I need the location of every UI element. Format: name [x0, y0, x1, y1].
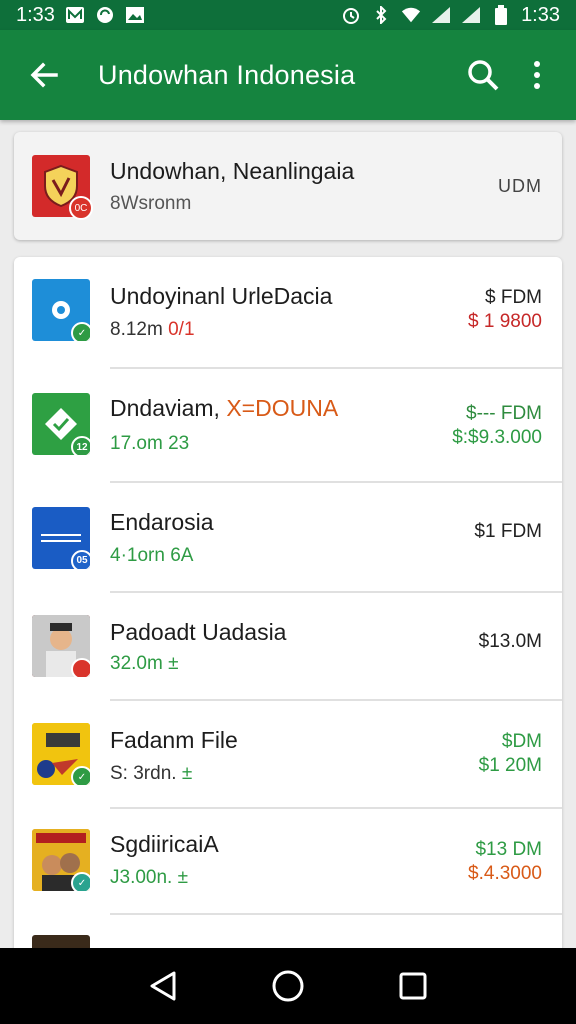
list-item[interactable]: ✓ SgdiiricaiA J3.00n. ± $13 DM $.4.3000 — [14, 809, 562, 915]
list-item[interactable]: ✓ Undoyinanl UrleDacia 8.12m 0/1 $ FDM $… — [14, 257, 562, 369]
item-subtitle: S: 3rdn. ± — [110, 763, 193, 784]
header-tag: UDM — [498, 175, 542, 196]
item-title: Undoyinanl UrleDacia — [110, 283, 333, 309]
m-icon — [65, 6, 85, 24]
price-primary: $13.0M — [478, 631, 542, 652]
gear-logo-icon — [52, 301, 70, 319]
item-title: Dndaviam, X=DOUNA — [110, 395, 339, 421]
list-item[interactable]: 12 Dndaviam, X=DOUNA 17.om 23 $--- FDM $… — [14, 369, 562, 483]
sync-icon — [95, 6, 115, 24]
status-bar: 1:33 1:33 — [0, 0, 576, 30]
more-vert-icon — [534, 61, 540, 89]
status-left: 1:33 — [16, 4, 145, 27]
list-item[interactable]: Padoadt Uadasia 32.0m ± $13.0M — [14, 593, 562, 701]
price-secondary: $.4.3000 — [468, 863, 542, 884]
app-list: ✓ Undoyinanl UrleDacia 8.12m 0/1 $ FDM $… — [14, 257, 562, 957]
header-title: Undowhan, Neanlingaia — [110, 157, 355, 184]
image-icon — [125, 6, 145, 24]
overflow-menu-button[interactable] — [510, 45, 564, 105]
price-secondary: $1 20M — [478, 755, 542, 776]
header-texts: Undowhan, Neanlingaia 8Wsronm — [110, 158, 498, 215]
item-subtitle: 32.0m ± — [110, 653, 179, 674]
price-primary: $ FDM — [485, 287, 542, 308]
list-item[interactable]: ✓ Fadanm File S: 3rdn. ± $DM $1 20M — [14, 701, 562, 809]
nav-back-button[interactable] — [133, 956, 193, 1016]
status-time-left: 1:33 — [16, 3, 55, 26]
item-title: SgdiiricaiA — [110, 831, 219, 857]
thumb-lines-icon — [41, 534, 81, 536]
status-badge: 05 — [71, 550, 90, 569]
arrow-left-icon — [30, 62, 58, 88]
price-primary: $--- FDM — [466, 403, 542, 424]
back-button[interactable] — [14, 45, 74, 105]
app-title: Undowhan Indonesia — [98, 59, 356, 90]
price-secondary: $ 1 9800 — [468, 311, 542, 332]
status-badge: ✓ — [71, 766, 90, 785]
price-primary: $DM — [501, 731, 542, 752]
app-thumbnail: ✓ — [32, 829, 90, 891]
status-badge: 12 — [71, 436, 90, 455]
status-right: 1:33 — [341, 4, 560, 27]
app-logo: 0C — [32, 155, 93, 220]
system-nav-bar — [0, 948, 576, 1024]
battery-icon — [491, 5, 511, 25]
signal-icon — [431, 6, 451, 24]
app-thumbnail: 12 — [32, 393, 90, 455]
price-secondary: $:$9.3.000 — [452, 427, 542, 448]
thumb-lines-icon — [41, 540, 81, 542]
search-button[interactable] — [456, 45, 510, 105]
item-title: Endarosia — [110, 509, 214, 535]
status-badge: ✓ — [71, 322, 90, 341]
nav-home-button[interactable] — [258, 956, 318, 1016]
item-subtitle: J3.00n. ± — [110, 867, 189, 888]
price-primary: $1 FDM — [474, 521, 542, 542]
app-thumbnail: ✓ — [32, 723, 90, 785]
diamond-check-icon — [45, 408, 77, 440]
back-triangle-icon — [150, 971, 176, 1001]
search-icon — [468, 60, 499, 91]
alarm-icon — [341, 6, 361, 24]
recents-square-icon — [399, 972, 427, 1000]
status-badge — [71, 658, 90, 677]
bluetooth-icon — [371, 6, 391, 24]
list-item[interactable]: 05 Endarosia 4·1orn 6A $1 FDM — [14, 483, 562, 593]
item-subtitle: 17.om 23 — [110, 433, 190, 454]
item-subtitle: 4·1orn 6A — [110, 545, 194, 566]
status-badge: 0C — [69, 196, 93, 220]
wifi-icon — [401, 6, 421, 24]
signal-icon — [461, 6, 481, 24]
item-title: Fadanm File — [110, 727, 238, 753]
nav-recents-button[interactable] — [383, 956, 443, 1016]
item-title: Padoadt Uadasia — [110, 619, 287, 645]
status-time-right: 1:33 — [521, 3, 560, 26]
app-thumbnail: 05 — [32, 507, 90, 569]
app-thumbnail — [32, 615, 90, 677]
status-badge: ✓ — [71, 872, 90, 891]
header-card[interactable]: 0C Undowhan, Neanlingaia 8Wsronm UDM — [14, 132, 562, 240]
header-subtitle: 8Wsronm — [110, 192, 192, 214]
app-bar: Undowhan Indonesia — [0, 30, 576, 120]
home-circle-icon — [272, 970, 304, 1002]
price-primary: $13 DM — [475, 839, 542, 860]
item-subtitle: 8.12m 0/1 — [110, 319, 195, 340]
app-thumbnail: ✓ — [32, 279, 90, 341]
